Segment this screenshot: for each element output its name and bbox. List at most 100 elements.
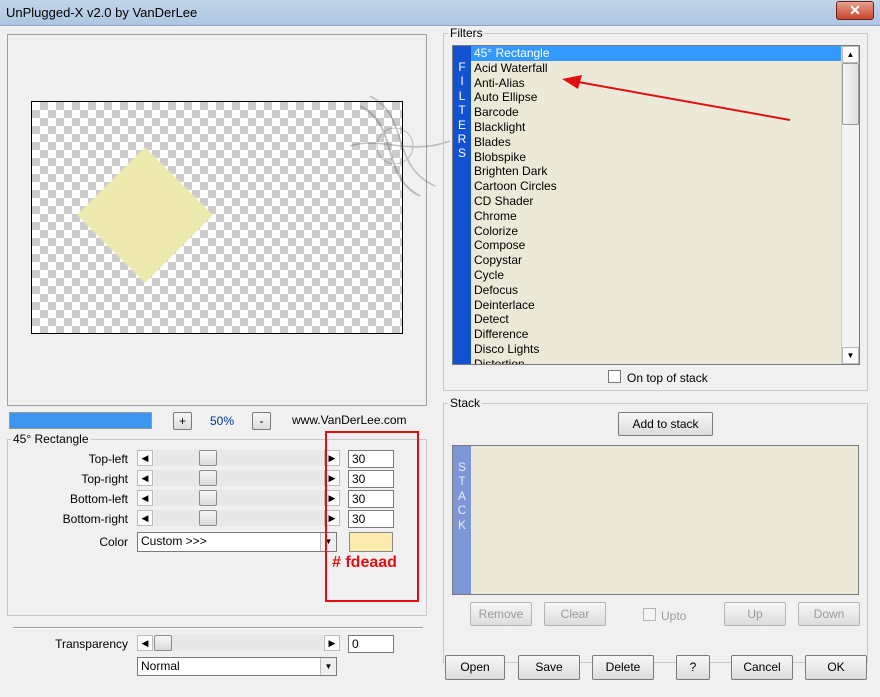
minus-icon: - xyxy=(259,414,264,428)
blend-mode-select[interactable]: Normal ▼ xyxy=(137,657,337,676)
filter-list-item[interactable]: Detect xyxy=(471,312,843,327)
watermark-logo xyxy=(349,95,451,197)
slider-left-arrow-icon[interactable]: ◀ xyxy=(137,635,153,651)
ok-button[interactable]: OK xyxy=(805,655,867,680)
clear-button[interactable]: Clear xyxy=(544,602,606,626)
top-left-slider[interactable]: ◀ ▶ xyxy=(137,450,340,466)
transparency-input[interactable]: 0 xyxy=(348,635,394,653)
website-link[interactable]: www.VanDerLee.com xyxy=(292,413,407,427)
on-top-checkbox[interactable] xyxy=(608,370,621,383)
slider-thumb[interactable] xyxy=(199,470,217,486)
scroll-up-icon[interactable]: ▲ xyxy=(842,46,859,63)
slider-right-arrow-icon[interactable]: ▶ xyxy=(324,635,340,651)
stack-strip-letter: C xyxy=(457,503,467,518)
filter-list-item[interactable]: Cycle xyxy=(471,268,843,283)
filter-list-item[interactable]: Brighten Dark xyxy=(471,164,843,179)
filter-list-item[interactable]: Copystar xyxy=(471,253,843,268)
filter-list-item[interactable]: Disco Lights xyxy=(471,342,843,357)
stack-list[interactable]: STACK xyxy=(452,445,859,595)
stack-strip-letter: S xyxy=(457,460,466,474)
bottom-left-label: Bottom-left xyxy=(69,492,128,506)
slider-thumb[interactable] xyxy=(199,450,217,466)
params-group-label: 45° Rectangle xyxy=(11,432,91,446)
transparency-slider[interactable]: ◀ ▶ xyxy=(137,635,340,651)
filter-list-item[interactable]: Compose xyxy=(471,238,843,253)
zoom-out-button[interactable]: - xyxy=(252,412,271,430)
close-icon: ✕ xyxy=(849,2,861,18)
add-to-stack-button[interactable]: Add to stack xyxy=(618,412,713,436)
filter-list-item[interactable]: Defocus xyxy=(471,283,843,298)
filter-list-item[interactable]: CD Shader xyxy=(471,194,843,209)
on-top-label: On top of stack xyxy=(627,371,708,385)
filter-list-item[interactable]: Blades xyxy=(471,135,843,150)
remove-button[interactable]: Remove xyxy=(470,602,532,626)
save-button[interactable]: Save xyxy=(518,655,580,680)
filter-list-item[interactable]: Deinterlace xyxy=(471,298,843,313)
top-right-slider[interactable]: ◀ ▶ xyxy=(137,470,340,486)
slider-left-arrow-icon[interactable]: ◀ xyxy=(137,490,153,506)
down-button[interactable]: Down xyxy=(798,602,860,626)
filters-strip-letter: T xyxy=(458,103,466,118)
filters-strip: FILTERS xyxy=(453,46,471,364)
cancel-button[interactable]: Cancel xyxy=(731,655,793,680)
upto-checkbox[interactable] xyxy=(643,608,656,621)
preview-shape xyxy=(77,147,213,283)
slider-track[interactable] xyxy=(154,490,323,506)
slider-left-arrow-icon[interactable]: ◀ xyxy=(137,470,153,486)
stack-strip: STACK xyxy=(453,446,471,594)
help-button[interactable]: ? xyxy=(676,655,710,680)
chevron-down-icon[interactable]: ▼ xyxy=(320,658,336,675)
stack-strip-letter: K xyxy=(457,517,466,532)
stack-strip-letter: T xyxy=(458,474,466,489)
scroll-down-icon[interactable]: ▼ xyxy=(842,347,859,364)
filter-list-item[interactable]: Distortion xyxy=(471,357,843,364)
slider-track[interactable] xyxy=(154,635,323,651)
bottom-right-slider[interactable]: ◀ ▶ xyxy=(137,510,340,526)
plus-icon: + xyxy=(178,414,186,428)
annotation-box xyxy=(325,431,419,602)
annotation-text: # fdeaad xyxy=(332,554,397,571)
slider-left-arrow-icon[interactable]: ◀ xyxy=(137,510,153,526)
top-right-label: Top-right xyxy=(81,472,128,486)
delete-button[interactable]: Delete xyxy=(592,655,654,680)
filters-strip-letter: L xyxy=(458,88,466,103)
scroll-thumb[interactable] xyxy=(842,63,859,125)
zoom-in-button[interactable]: + xyxy=(173,412,192,430)
filter-list-item[interactable]: Difference xyxy=(471,327,843,342)
filter-list-item[interactable]: Chrome xyxy=(471,209,843,224)
window-title: UnPlugged-X v2.0 by VanDerLee xyxy=(6,5,198,20)
filters-group-label: Filters xyxy=(448,26,485,40)
filters-strip-letter: I xyxy=(460,74,464,89)
filter-list-item[interactable]: Blobspike xyxy=(471,150,843,165)
filter-list-item[interactable]: Cartoon Circles xyxy=(471,179,843,194)
open-button[interactable]: Open xyxy=(445,655,505,680)
zoom-level: 50% xyxy=(209,414,235,428)
slider-thumb[interactable] xyxy=(199,490,217,506)
close-button[interactable]: ✕ xyxy=(836,1,874,20)
dialog-body: + 50% - www.VanDerLee.com 45° Rectangle … xyxy=(0,26,880,697)
red-arrow-icon xyxy=(562,75,791,121)
upto-label: Upto xyxy=(661,609,687,623)
slider-thumb[interactable] xyxy=(199,510,217,526)
filters-strip-letter: S xyxy=(457,146,466,161)
slider-track[interactable] xyxy=(154,510,323,526)
stack-group-label: Stack xyxy=(448,396,483,410)
color-select[interactable]: Custom >>> ▼ xyxy=(137,532,337,552)
slider-track[interactable] xyxy=(154,470,323,486)
filters-strip-letter: E xyxy=(457,117,466,132)
progress-bar xyxy=(9,412,152,429)
filters-scrollbar[interactable]: ▲ ▼ xyxy=(841,46,859,364)
separator xyxy=(13,627,423,629)
progress-fill xyxy=(10,413,151,428)
slider-track[interactable] xyxy=(154,450,323,466)
slider-left-arrow-icon[interactable]: ◀ xyxy=(137,450,153,466)
bottom-right-label: Bottom-right xyxy=(62,512,128,526)
filter-list-item[interactable]: Colorize xyxy=(471,224,843,239)
up-button[interactable]: Up xyxy=(724,602,786,626)
color-select-value: Custom >>> xyxy=(141,534,207,548)
stack-strip-letter: A xyxy=(457,488,466,503)
bottom-left-slider[interactable]: ◀ ▶ xyxy=(137,490,340,506)
title-bar: UnPlugged-X v2.0 by VanDerLee ✕ xyxy=(0,0,880,26)
filter-list-item[interactable]: 45° Rectangle xyxy=(471,46,843,61)
slider-thumb[interactable] xyxy=(154,635,172,651)
